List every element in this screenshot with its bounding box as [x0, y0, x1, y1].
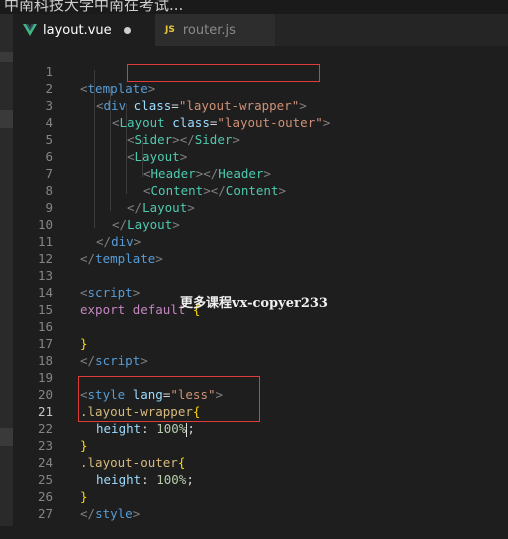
tab-label: router.js [182, 22, 236, 38]
code-line: 18 [13, 335, 508, 368]
highlight-box-style-rule [78, 376, 260, 422]
tab-label: layout.vue [43, 22, 112, 38]
line-number: 27 [37, 506, 53, 521]
code-line: 19 <style lang="less"> [13, 352, 508, 402]
code-line: 13 <script> [13, 250, 508, 300]
unsaved-dot-icon[interactable] [123, 26, 131, 34]
code-line: 26 </style> [13, 471, 508, 521]
tab-layout-vue[interactable]: layout.vue [13, 14, 155, 46]
code-line: 12 [13, 233, 508, 266]
tab-router-js[interactable]: JS router.js [155, 14, 275, 46]
js-icon: JS [165, 25, 175, 35]
activity-marker[interactable] [0, 428, 13, 446]
code-line: 24 height: 100%; [13, 437, 508, 487]
code-line: 3 <Layout class="layout-outer"> [13, 80, 508, 130]
code-text: </style> [80, 506, 141, 521]
highlight-box-class-attr [127, 64, 320, 82]
code-line: 8 </Layout> [13, 165, 508, 215]
activity-marker[interactable] [0, 110, 13, 128]
activity-bar [0, 14, 13, 526]
code-line: 4 <Sider></Sider> [13, 97, 508, 147]
window-title-strip: 中南科技大学中南在考试... [0, 0, 508, 14]
activity-marker[interactable] [0, 52, 13, 62]
code-line: 6 <Header></Header> [13, 131, 508, 181]
code-line: 9 </Layout> [13, 182, 508, 232]
code-line: 17 </script> [13, 318, 508, 368]
title-strip-text: 中南科技大学中南在考试... [4, 0, 184, 14]
code-line: 25 } [13, 454, 508, 504]
code-line: 27 [13, 488, 508, 521]
vue-icon [23, 24, 37, 36]
watermark-text: 更多课程vx-copyer233 [180, 296, 328, 311]
code-editor[interactable]: 1 <template> 2 <div class="layout-wrappe… [13, 46, 508, 526]
code-line: 10 </div> [13, 199, 508, 249]
code-line: 5 <Layout> [13, 114, 508, 164]
code-line: 7 <Content></Content> [13, 148, 508, 198]
editor-tab-bar: layout.vue JS router.js [13, 14, 508, 46]
code-line: 14 export default { [13, 267, 508, 317]
code-line: 1 <template> [13, 46, 508, 96]
code-line: 23 .layout-outer{ [13, 420, 508, 470]
code-line: 11 </template> [13, 216, 508, 266]
